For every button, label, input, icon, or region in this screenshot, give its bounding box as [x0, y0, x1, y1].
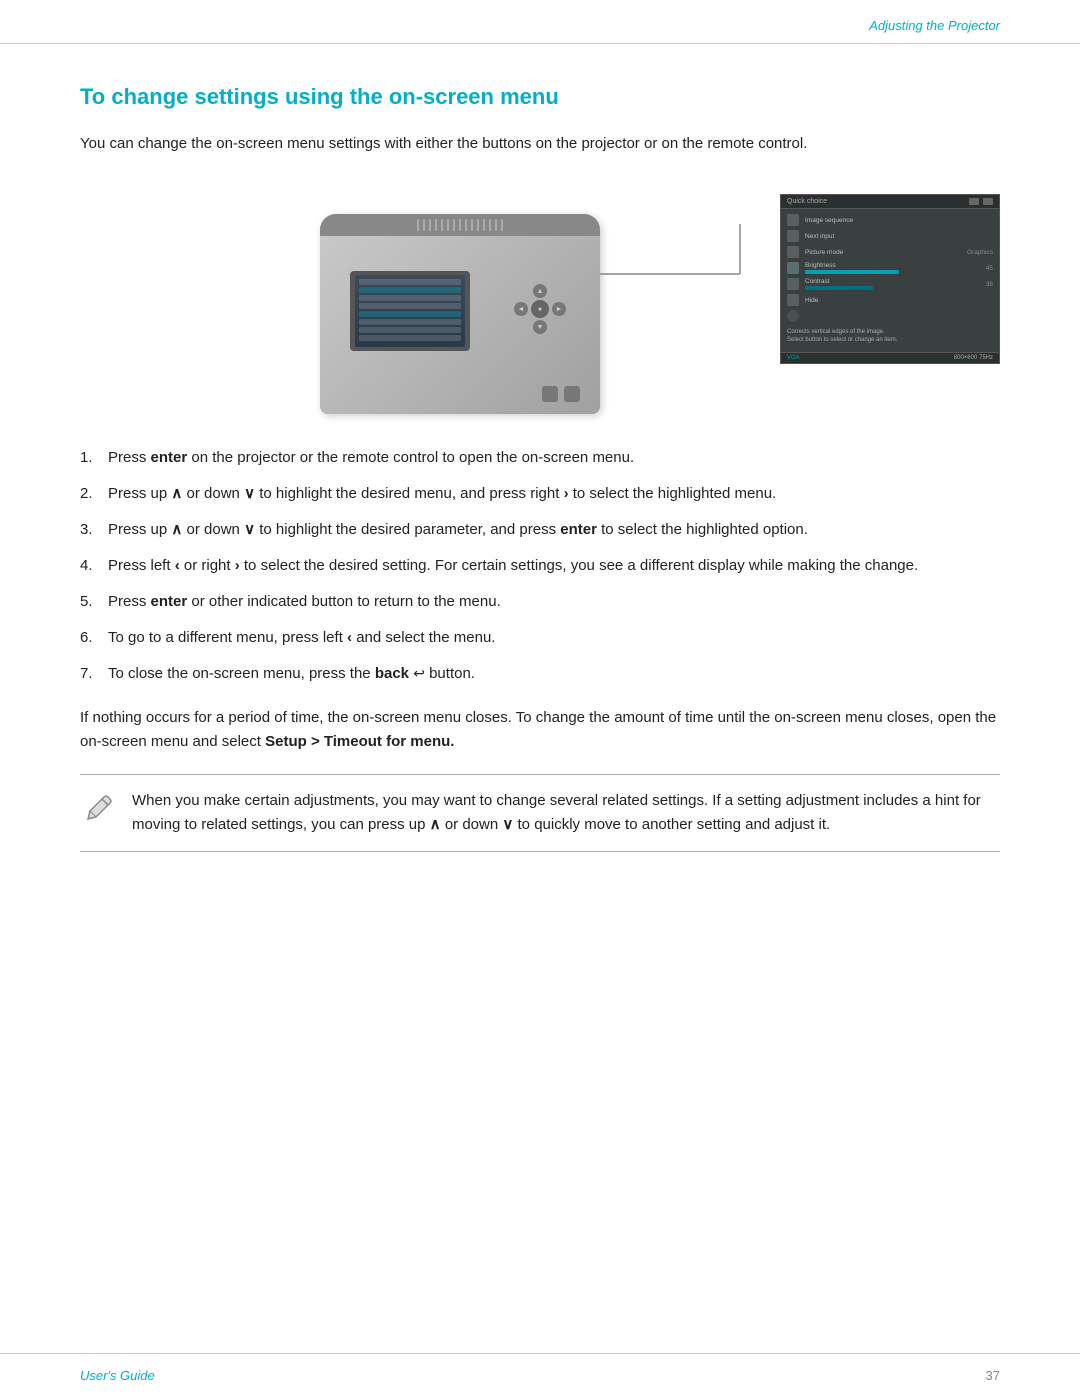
menu-row: Next input	[781, 228, 999, 244]
list-item-5: 5. Press enter or other indicated button…	[80, 590, 1000, 614]
menu-row: Contrast 38	[781, 276, 999, 292]
projector-bottom-buttons	[542, 386, 580, 402]
main-content: To change settings using the on-screen m…	[0, 44, 1080, 892]
list-item-4: 4. Press left ‹ or right › to select the…	[80, 554, 1000, 578]
menu-rows: Image sequence Next input	[781, 209, 999, 327]
menu-footer-left: VGA	[787, 355, 800, 361]
note-content: When you make certain adjustments, you m…	[132, 789, 1000, 837]
projector-controls: ▲ ◄ ● ► ▼	[500, 274, 580, 344]
image-area: ▲ ◄ ● ► ▼	[80, 184, 1000, 414]
menu-row	[781, 308, 999, 324]
note-box: When you make certain adjustments, you m…	[80, 774, 1000, 852]
footer-page-number: 37	[986, 1368, 1000, 1383]
steps-list: 1. Press enter on the projector or the r…	[80, 446, 1000, 686]
projector-screen	[350, 271, 470, 351]
projector-box: ▲ ◄ ● ► ▼	[320, 214, 600, 414]
list-item-3: 3. Press up ∧ or down ∨ to highlight the…	[80, 518, 1000, 542]
top-header: Adjusting the Projector	[0, 0, 1080, 44]
note-icon	[80, 791, 116, 827]
menu-row: Image sequence	[781, 212, 999, 228]
projector-vent	[320, 214, 600, 236]
projector-illustration: ▲ ◄ ● ► ▼	[320, 184, 760, 414]
note-text: When you make certain adjustments, you m…	[132, 792, 981, 833]
list-item-6: 6. To go to a different menu, press left…	[80, 626, 1000, 650]
connector-line-svg	[600, 214, 760, 314]
section-heading: To change settings using the on-screen m…	[80, 84, 1000, 110]
menu-footer: VGA 800×600 75Hz	[781, 352, 999, 363]
menu-row: Hide	[781, 292, 999, 308]
page-container: Adjusting the Projector To change settin…	[0, 0, 1080, 1397]
menu-footer-right: 800×600 75Hz	[954, 355, 993, 361]
menu-hint: Corrects vertical edges of the image. Se…	[781, 327, 999, 347]
header-title: Adjusting the Projector	[869, 18, 1000, 33]
intro-text: You can change the on-screen menu settin…	[80, 132, 1000, 156]
list-item-2: 2. Press up ∧ or down ∨ to highlight the…	[80, 482, 1000, 506]
page-footer: User's Guide 37	[0, 1353, 1080, 1397]
menu-title: Quick choice	[787, 198, 827, 205]
closing-paragraph: If nothing occurs for a period of time, …	[80, 706, 1000, 754]
list-item-7: 7. To close the on-screen menu, press th…	[80, 662, 1000, 686]
footer-left-text: User's Guide	[80, 1368, 155, 1383]
menu-screenshot: Quick choice Image sequence	[780, 194, 1000, 364]
menu-row: Brightness 45	[781, 260, 999, 276]
projector-body: ▲ ◄ ● ► ▼	[320, 236, 600, 414]
menu-row: Picture mode Graphics	[781, 244, 999, 260]
list-item-1: 1. Press enter on the projector or the r…	[80, 446, 1000, 470]
